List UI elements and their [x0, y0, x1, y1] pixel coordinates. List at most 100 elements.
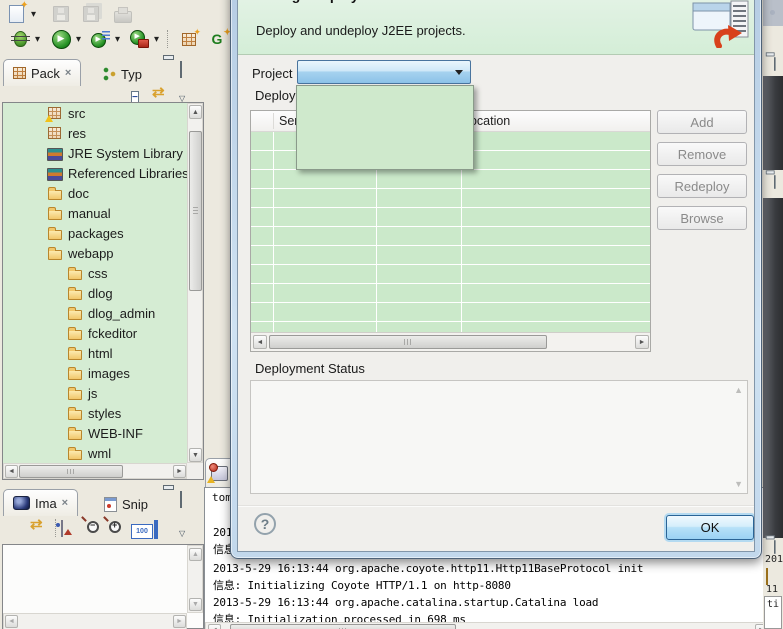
remove-button[interactable]: Remove: [657, 142, 747, 166]
scroll-right-icon[interactable]: ►: [635, 335, 649, 349]
eclipse-workbench: G Pack × Typ − src res: [0, 0, 783, 629]
maximize-view-button[interactable]: [180, 492, 182, 507]
debug-dropdown[interactable]: [32, 29, 43, 49]
tree-item[interactable]: wml: [3, 443, 187, 463]
fit-to-window-icon: [154, 520, 158, 539]
tree-item[interactable]: html: [3, 343, 187, 363]
tree-item[interactable]: JRE System Library [: [3, 143, 187, 163]
link-with-editor-button[interactable]: [152, 83, 165, 101]
tab-package-explorer[interactable]: Pack ×: [3, 59, 81, 86]
scroll-right-icon[interactable]: ►: [173, 465, 186, 478]
tree-item-label: Referenced Libraries: [68, 166, 187, 181]
scroll-up-icon[interactable]: ▲: [734, 385, 743, 395]
console-log[interactable]: 2013-5-29 16:13:44 org.apache.coyote.htt…: [213, 560, 643, 628]
tree-item[interactable]: webapp: [3, 243, 187, 263]
add-button[interactable]: Add: [657, 110, 747, 134]
project-combobox-popup[interactable]: [296, 85, 474, 170]
project-combobox[interactable]: [297, 60, 471, 84]
table-horizontal-scrollbar[interactable]: ◄ ►: [251, 332, 650, 351]
image-tool-button[interactable]: [61, 521, 63, 536]
tree-item[interactable]: packages: [3, 223, 187, 243]
tree-item[interactable]: WEB-INF: [3, 423, 187, 443]
scroll-left-icon[interactable]: ◄: [5, 465, 18, 478]
chevron-down-icon: [455, 70, 463, 75]
maximize-icon[interactable]: [774, 541, 776, 553]
tree-horizontal-scrollbar[interactable]: ◄ ►: [3, 463, 187, 479]
main-toolbar-row1: [6, 4, 133, 24]
tree-vertical-scrollbar[interactable]: ▲ ▼: [187, 103, 203, 463]
console-hscroll-thumb[interactable]: [230, 624, 456, 629]
maximize-view-button[interactable]: [180, 62, 182, 77]
tree-item-icon: [67, 365, 84, 381]
redeploy-button[interactable]: Redeploy: [657, 174, 747, 198]
tree-item[interactable]: css: [3, 263, 187, 283]
new-file-button[interactable]: [6, 4, 26, 24]
tree-item-label: styles: [88, 406, 121, 421]
scroll-down-icon[interactable]: ▼: [189, 448, 202, 462]
run-config-button[interactable]: [90, 29, 110, 49]
maximize-icon[interactable]: [774, 176, 776, 188]
tree-item[interactable]: manual: [3, 203, 187, 223]
scroll-up-icon[interactable]: ▲: [189, 105, 202, 119]
tree-item[interactable]: styles: [3, 403, 187, 423]
canvas-horizontal-scrollbar[interactable]: ◄ ►: [3, 613, 187, 629]
new-file-dropdown[interactable]: [28, 4, 39, 24]
project-tree[interactable]: src res JRE System Library [ Referenced …: [3, 103, 187, 463]
console-horizontal-scrollbar[interactable]: ◄ ►: [205, 622, 771, 629]
collapse-all-button[interactable]: −: [131, 88, 139, 103]
tree-item[interactable]: js: [3, 383, 187, 403]
scroll-left-icon[interactable]: ◄: [253, 335, 267, 349]
tree-item[interactable]: dlog: [3, 283, 187, 303]
run-config-dropdown[interactable]: [112, 29, 123, 49]
scroll-left-icon[interactable]: ◄: [5, 615, 18, 628]
browse-button[interactable]: Browse: [657, 206, 747, 230]
debug-button[interactable]: [10, 29, 30, 49]
tree-item[interactable]: images: [3, 363, 187, 383]
tree-item-icon: [47, 225, 64, 241]
maximize-icon[interactable]: [774, 58, 776, 70]
save-button[interactable]: [51, 4, 71, 24]
run-dropdown[interactable]: [73, 29, 84, 49]
canvas-vertical-scrollbar[interactable]: ▲ ▼: [187, 545, 203, 613]
scroll-up-icon[interactable]: ▲: [189, 548, 202, 561]
run-button[interactable]: [51, 29, 71, 49]
tab-image-viewer[interactable]: Ima ×: [3, 489, 78, 516]
tree-item-icon: [47, 205, 64, 221]
new-class-button[interactable]: G: [207, 29, 227, 49]
fit-to-window-button[interactable]: [154, 522, 158, 537]
tab-type-hierarchy[interactable]: Typ: [92, 60, 152, 87]
tree-item[interactable]: Referenced Libraries: [3, 163, 187, 183]
tree-item-icon: [47, 165, 64, 181]
new-package-button[interactable]: [179, 29, 199, 49]
tree-vscroll-thumb[interactable]: [189, 131, 202, 291]
table-hscroll-thumb[interactable]: [269, 335, 547, 349]
tab-snippet[interactable]: Snip: [94, 490, 158, 517]
tree-item[interactable]: res: [3, 123, 187, 143]
deployment-status-box[interactable]: ▲ ▼: [250, 380, 748, 494]
tree-hscroll-thumb[interactable]: [19, 465, 123, 478]
save-all-button[interactable]: [81, 4, 101, 24]
tree-item[interactable]: doc: [3, 183, 187, 203]
close-icon[interactable]: ×: [62, 497, 68, 509]
scroll-left-icon[interactable]: ◄: [208, 624, 221, 629]
tree-item-label: wml: [88, 446, 111, 461]
tree-item-label: JRE System Library [: [68, 146, 187, 161]
tree-item-label: dlog: [88, 286, 113, 301]
scroll-down-icon[interactable]: ▼: [189, 598, 202, 611]
tree-item[interactable]: dlog_admin: [3, 303, 187, 323]
tree-item[interactable]: src: [3, 103, 187, 123]
external-tools-button[interactable]: [129, 29, 149, 49]
scroll-down-icon[interactable]: ▼: [734, 479, 743, 489]
help-button[interactable]: ?: [254, 513, 276, 535]
ok-button[interactable]: OK: [666, 515, 754, 540]
zoom-100-button[interactable]: 100: [131, 521, 153, 539]
run-icon: [52, 30, 71, 49]
view-menu-button[interactable]: [179, 524, 185, 539]
print-button[interactable]: [113, 4, 133, 24]
main-toolbar-row2: G: [10, 29, 227, 49]
link-with-editor-button[interactable]: [30, 515, 43, 533]
scroll-right-icon[interactable]: ►: [173, 615, 186, 628]
external-tools-dropdown[interactable]: [151, 29, 162, 49]
close-icon[interactable]: ×: [65, 67, 71, 79]
tree-item[interactable]: fckeditor: [3, 323, 187, 343]
